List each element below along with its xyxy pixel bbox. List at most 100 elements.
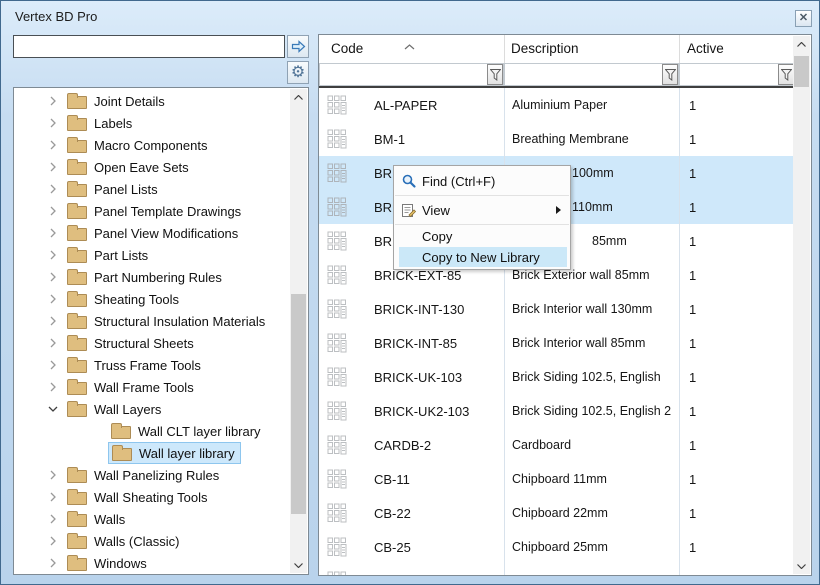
table-row[interactable]: BRICK-UK-103 Brick Siding 102.5, English… — [319, 360, 793, 394]
folder-icon — [67, 206, 87, 219]
table-row[interactable]: CB-11 Chipboard 11mm 1 — [319, 462, 793, 496]
table-row[interactable]: CARDB-2 Cardboard 1 — [319, 428, 793, 462]
folder-icon — [67, 514, 87, 527]
menu-item-copy-to-new-library[interactable]: Copy to New Library — [399, 247, 567, 267]
chevron-right-icon[interactable] — [48, 360, 58, 370]
table-row[interactable]: BM-1 Breathing Membrane 1 — [319, 122, 793, 156]
tree-item-wall-panelizing-rules[interactable]: Wall Panelizing Rules — [14, 464, 290, 486]
chevron-right-icon[interactable] — [48, 514, 58, 524]
tree-item-labels[interactable]: Labels — [14, 112, 290, 134]
tree-item-label: Macro Components — [94, 138, 207, 153]
filter-input-active[interactable] — [680, 64, 778, 85]
tree-item-structural-sheets[interactable]: Structural Sheets — [14, 332, 290, 354]
tree-item-walls[interactable]: Walls — [14, 508, 290, 530]
chevron-right-icon[interactable] — [48, 558, 58, 568]
chevron-right-icon[interactable] — [48, 184, 58, 194]
tree-item-sheating-tools[interactable]: Sheating Tools — [14, 288, 290, 310]
chevron-right-icon[interactable] — [48, 206, 58, 216]
chevron-right-icon[interactable] — [48, 316, 58, 326]
table-row[interactable]: CB-25 Chipboard 25mm 1 — [319, 530, 793, 564]
cell-active: 1 — [680, 268, 793, 283]
chevron-right-icon[interactable] — [48, 338, 58, 348]
tree-item-label: Truss Frame Tools — [94, 358, 201, 373]
filter-button[interactable] — [778, 64, 794, 85]
scroll-down-icon[interactable] — [793, 558, 810, 574]
tree-item-label: Wall Layers — [94, 402, 161, 417]
chevron-down-icon[interactable] — [48, 406, 58, 412]
table-row[interactable]: AL-PAPER Aluminium Paper 1 — [319, 88, 793, 122]
tree-item-label: Panel Lists — [94, 182, 158, 197]
filter-button[interactable] — [487, 64, 503, 85]
tree-item-part-lists[interactable]: Part Lists — [14, 244, 290, 266]
table-row[interactable]: BRICK-INT-85 Brick Interior wall 85mm 1 — [319, 326, 793, 360]
chevron-right-icon[interactable] — [48, 140, 58, 150]
tree-scrollbar[interactable] — [290, 89, 307, 573]
tree-item-wall-sheating-tools[interactable]: Wall Sheating Tools — [14, 486, 290, 508]
close-button[interactable]: ✕ — [795, 10, 812, 27]
cell-code: CARDB-2 — [374, 438, 431, 453]
library-item-icon — [327, 333, 347, 353]
chevron-right-icon[interactable] — [48, 536, 58, 546]
table-header: Code Description Active — [319, 35, 793, 62]
chevron-right-icon[interactable] — [48, 250, 58, 260]
title-bar[interactable]: Vertex BD Pro ✕ — [1, 1, 819, 31]
scroll-up-icon[interactable] — [290, 89, 307, 105]
tree-item-structural-insulation-materials[interactable]: Structural Insulation Materials — [14, 310, 290, 332]
tree-item-walls-classic[interactable]: Walls (Classic) — [14, 530, 290, 552]
chevron-right-icon[interactable] — [48, 162, 58, 172]
tree-item-panel-lists[interactable]: Panel Lists — [14, 178, 290, 200]
table-row[interactable]: BRICK-INT-130 Brick Interior wall 130mm … — [319, 292, 793, 326]
scroll-up-icon[interactable] — [793, 36, 810, 52]
tree-item-wall-layer-library[interactable]: Wall layer library — [14, 442, 290, 464]
folder-icon — [67, 228, 87, 241]
tree-item-part-numbering-rules[interactable]: Part Numbering Rules — [14, 266, 290, 288]
tree-item-label: Structural Insulation Materials — [94, 314, 265, 329]
tree-item-label: Open Eave Sets — [94, 160, 189, 175]
table-scrollbar-thumb[interactable] — [794, 56, 809, 87]
table-row[interactable]: BRICK-UK2-103 Brick Siding 102.5, Englis… — [319, 394, 793, 428]
menu-item-view[interactable]: View — [394, 197, 570, 223]
tree-item-panel-view-modifications[interactable]: Panel View Modifications — [14, 222, 290, 244]
column-header-description[interactable]: Description — [511, 41, 579, 56]
chevron-right-icon[interactable] — [48, 118, 58, 128]
filter-input-code[interactable] — [320, 64, 487, 85]
chevron-right-icon[interactable] — [48, 294, 58, 304]
scroll-down-icon[interactable] — [290, 557, 307, 573]
chevron-right-icon[interactable] — [48, 470, 58, 480]
cell-active: 1 — [680, 132, 793, 147]
tree-item-windows[interactable]: Windows — [14, 552, 290, 574]
table-row-partial[interactable] — [319, 564, 793, 575]
menu-item-find[interactable]: Find (Ctrl+F) — [394, 168, 570, 194]
cell-active: 1 — [680, 336, 793, 351]
tree-item-wall-frame-tools[interactable]: Wall Frame Tools — [14, 376, 290, 398]
tree-item-macro-components[interactable]: Macro Components — [14, 134, 290, 156]
column-header-code[interactable]: Code — [331, 41, 363, 56]
tree-item-truss-frame-tools[interactable]: Truss Frame Tools — [14, 354, 290, 376]
column-header-active[interactable]: Active — [687, 41, 724, 56]
tree-item-joint-details[interactable]: Joint Details — [14, 90, 290, 112]
search-go-button[interactable] — [287, 35, 309, 58]
menu-item-label: Copy to New Library — [422, 250, 540, 265]
menu-item-copy[interactable]: Copy — [394, 226, 570, 247]
chevron-right-icon[interactable] — [48, 492, 58, 502]
tree-item-panel-template-drawings[interactable]: Panel Template Drawings — [14, 200, 290, 222]
tree-item-wall-layers[interactable]: Wall Layers — [14, 398, 290, 420]
table-row[interactable]: CB-22 Chipboard 22mm 1 — [319, 496, 793, 530]
chevron-right-icon[interactable] — [48, 382, 58, 392]
cell-description: Chipboard 11mm — [505, 472, 680, 486]
menu-separator — [395, 195, 569, 196]
cell-description: Brick Exterior wall 85mm — [505, 268, 680, 282]
tree-selection[interactable]: Wall layer library — [108, 442, 241, 464]
cell-code: BRICK-INT-85 — [374, 336, 457, 351]
filter-button[interactable] — [662, 64, 678, 85]
chevron-right-icon[interactable] — [48, 96, 58, 106]
tree-scrollbar-thumb[interactable] — [291, 294, 306, 514]
settings-button[interactable]: ⚙ — [287, 61, 309, 84]
chevron-right-icon[interactable] — [48, 228, 58, 238]
table-scrollbar[interactable] — [793, 36, 810, 574]
search-input[interactable] — [13, 35, 285, 58]
chevron-right-icon[interactable] — [48, 272, 58, 282]
tree-item-open-eave-sets[interactable]: Open Eave Sets — [14, 156, 290, 178]
tree-item-wall-clt-layer-library[interactable]: Wall CLT layer library — [14, 420, 290, 442]
filter-input-description[interactable] — [505, 64, 662, 85]
